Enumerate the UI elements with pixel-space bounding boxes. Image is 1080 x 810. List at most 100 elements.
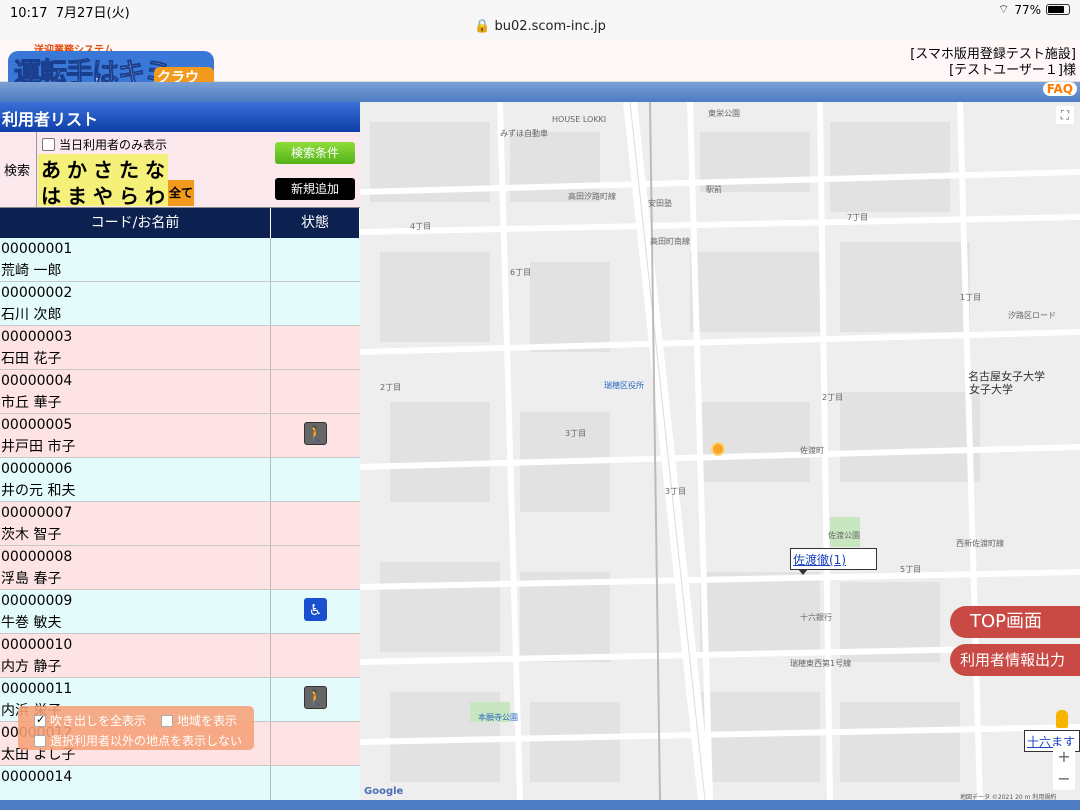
user-location-marker[interactable]: [711, 442, 725, 456]
user-code: 00000002: [1, 285, 73, 301]
export-user-info-button[interactable]: 利用者情報出力: [950, 644, 1080, 676]
kana-ha-button[interactable]: は: [38, 180, 64, 208]
kana-sa-button[interactable]: さ: [90, 154, 116, 182]
checkbox-icon[interactable]: [42, 138, 55, 151]
table-row[interactable]: 00000014: [0, 766, 360, 800]
table-row[interactable]: 00000009 牛巻 敏夫 ♿: [0, 590, 360, 634]
user-code: 00000009: [1, 593, 73, 609]
user-name: 茨木 智子: [1, 527, 62, 543]
facility-name: [スマホ版用登録テスト施設]: [910, 47, 1076, 62]
user-name: 牛巻 敏夫: [1, 615, 62, 631]
user-name-cell[interactable]: 00000014: [0, 766, 271, 800]
user-status-cell: [271, 546, 360, 589]
table-header: コード/お名前 状態: [0, 208, 360, 238]
table-row[interactable]: 00000005 井戸田 市子 🚶: [0, 414, 360, 458]
table-row[interactable]: 00000002 石川 次郎: [0, 282, 360, 326]
map-label: 本願寺公園: [478, 713, 518, 722]
checkbox-icon[interactable]: [34, 734, 46, 747]
user-name-cell[interactable]: 00000009 牛巻 敏夫: [0, 590, 271, 633]
checkbox-checked-icon[interactable]: [34, 713, 46, 727]
map-marker-label[interactable]: 佐渡徹(1): [790, 548, 877, 570]
user-name-cell[interactable]: 00000001 荒崎 一郎: [0, 238, 271, 281]
table-row[interactable]: 00000007 茨木 智子: [0, 502, 360, 546]
kana-ya-button[interactable]: や: [90, 180, 116, 208]
kana-all-button[interactable]: 全て: [168, 180, 194, 206]
wheelchair-icon: ♿: [304, 598, 327, 621]
add-new-button[interactable]: 新規追加: [275, 178, 355, 200]
user-status-cell: [271, 282, 360, 325]
user-name: 浮島 春子: [1, 571, 62, 587]
kana-ma-button[interactable]: ま: [64, 180, 90, 208]
show-all-balloons-label: 吹き出しを全表示: [50, 714, 147, 728]
kana-filter: あ か さ た な は ま や ら わ 全て: [38, 154, 198, 208]
user-name-cell[interactable]: 00000006 井の元 和夫: [0, 458, 271, 501]
user-name: 井戸田 市子: [1, 439, 76, 455]
user-name-cell[interactable]: 00000002 石川 次郎: [0, 282, 271, 325]
user-name-cell[interactable]: 00000007 茨木 智子: [0, 502, 271, 545]
map-label: 佐渡公園: [828, 531, 860, 540]
map-label: 瑞穂東西第1号線: [790, 659, 852, 668]
battery-icon: [1046, 4, 1070, 15]
user-name-cell[interactable]: 00000010 内方 静子: [0, 634, 271, 677]
fullscreen-icon[interactable]: ⛶: [1056, 106, 1074, 124]
map-label: 2丁目: [822, 393, 844, 402]
kana-row-2: は ま や ら わ 全て: [38, 180, 198, 208]
zoom-out-button[interactable]: −: [1053, 768, 1075, 790]
user-status-cell: [271, 766, 360, 800]
map-label: HOUSE LOKKI: [552, 115, 607, 124]
map-label: 安田塾: [648, 199, 672, 208]
table-row[interactable]: 00000004 市丘 華子: [0, 370, 360, 414]
user-status-cell: ♿: [271, 590, 360, 633]
column-header-name: コード/お名前: [0, 208, 271, 238]
show-all-balloons-checkbox[interactable]: 吹き出しを全表示: [34, 712, 146, 729]
kana-ka-button[interactable]: か: [64, 154, 90, 182]
table-row[interactable]: 00000003 石田 花子: [0, 326, 360, 370]
kana-na-button[interactable]: な: [142, 154, 168, 182]
table-row[interactable]: 00000010 内方 静子: [0, 634, 360, 678]
search-conditions-button[interactable]: 検索条件: [275, 142, 355, 164]
map-label: 1丁目: [960, 293, 982, 302]
kana-ta-button[interactable]: た: [116, 154, 142, 182]
map-label: みずほ自動車: [500, 129, 548, 138]
map-options-overlay: 吹き出しを全表示 地域を表示 選択利用者以外の地点を表示しない: [18, 706, 254, 750]
kana-ra-button[interactable]: ら: [116, 180, 142, 208]
user-code: 00000001: [1, 241, 73, 257]
google-logo: Google: [364, 786, 404, 797]
map-label: 2丁目: [380, 383, 402, 392]
table-row[interactable]: 00000008 浮島 春子: [0, 546, 360, 590]
user-code: 00000014: [1, 769, 73, 785]
today-only-label: 当日利用者のみ表示: [59, 138, 168, 152]
zoom-in-button[interactable]: +: [1053, 746, 1075, 768]
user-status-cell: [271, 370, 360, 413]
map-label: 高田町南線: [650, 237, 690, 246]
user-name-cell[interactable]: 00000003 石田 花子: [0, 326, 271, 369]
top-screen-button[interactable]: TOP画面: [950, 606, 1080, 638]
show-area-checkbox[interactable]: 地域を表示: [161, 712, 237, 729]
kana-a-button[interactable]: あ: [38, 154, 64, 182]
map-label: 佐渡町: [800, 446, 824, 455]
map-label: 高田汐路町線: [568, 192, 616, 201]
url-bar[interactable]: 🔒 bu02.scom-inc.jp: [0, 19, 1080, 34]
header-band: [0, 82, 1080, 102]
table-row[interactable]: 00000006 井の元 和夫: [0, 458, 360, 502]
user-name-cell[interactable]: 00000005 井戸田 市子: [0, 414, 271, 457]
street-view-pegman-icon[interactable]: [1056, 710, 1068, 728]
map-label: 6丁目: [510, 268, 532, 277]
hide-other-points-checkbox[interactable]: 選択利用者以外の地点を表示しない: [34, 732, 242, 749]
divider: [36, 132, 37, 208]
map-label: 3丁目: [565, 429, 587, 438]
user-status-cell: [271, 502, 360, 545]
marker-pointer: [798, 569, 808, 575]
today-only-checkbox[interactable]: 当日利用者のみ表示: [42, 136, 167, 153]
map-view[interactable]: HOUSE LOKKI 東栄公園 みずほ自動車 高田汐路町線 安田塾 高田町南線…: [360, 102, 1080, 800]
faq-link[interactable]: FAQ: [1042, 82, 1077, 96]
kana-wa-button[interactable]: わ: [142, 180, 168, 208]
walker-icon: 🚶: [304, 422, 327, 445]
user-status-cell: 🚶: [271, 678, 360, 721]
table-row[interactable]: 00000001 荒崎 一郎: [0, 238, 360, 282]
user-name-cell[interactable]: 00000004 市丘 華子: [0, 370, 271, 413]
app-header: 送迎業務システム 運転手はキミだ!! クラウド [スマホ版用登録テスト施設] […: [0, 40, 1080, 129]
map-label: 5丁目: [900, 565, 922, 574]
user-name-cell[interactable]: 00000008 浮島 春子: [0, 546, 271, 589]
checkbox-icon[interactable]: [161, 714, 173, 727]
